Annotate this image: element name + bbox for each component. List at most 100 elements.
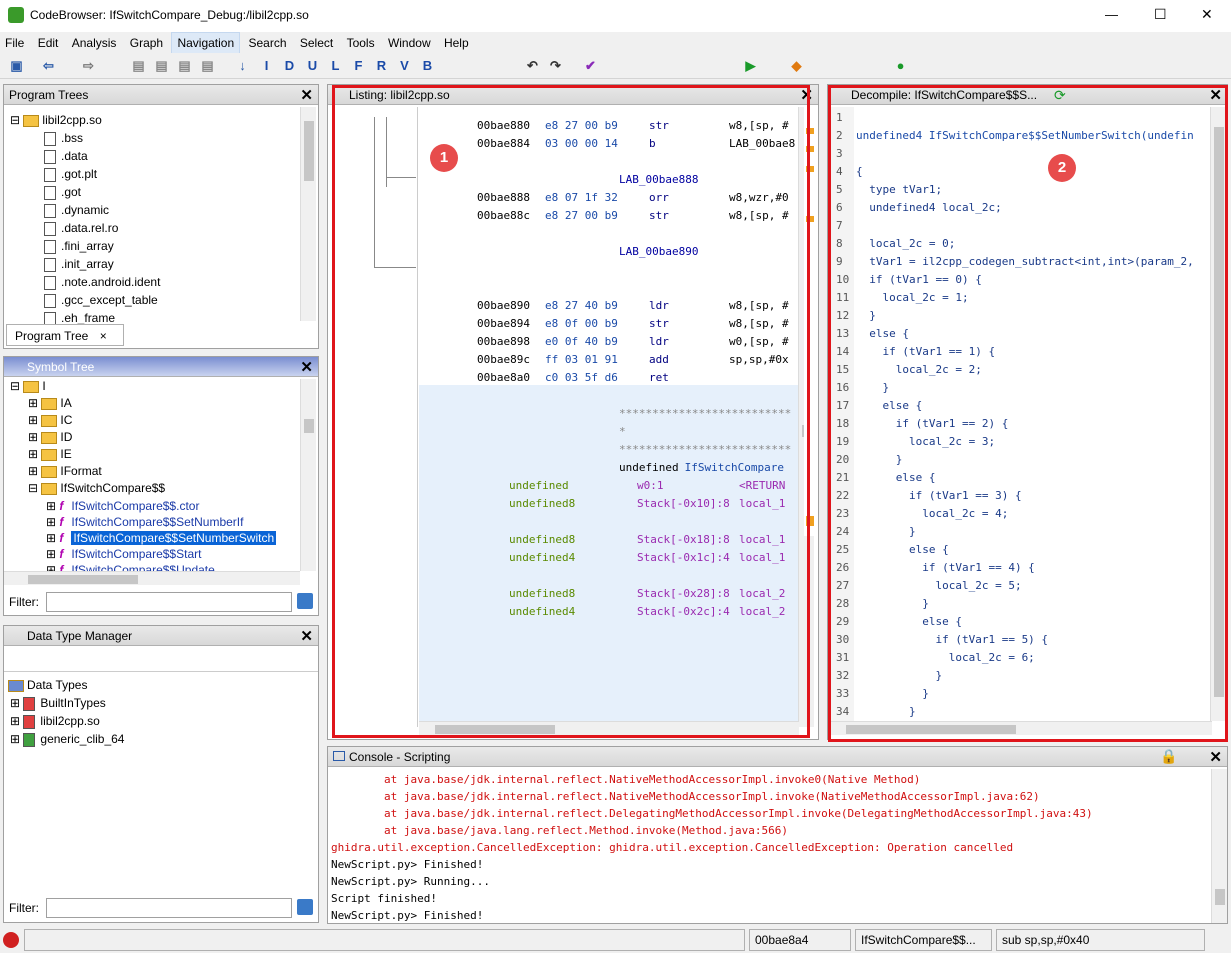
- dtm-filter-input[interactable]: [46, 898, 292, 918]
- horizontal-scrollbar[interactable]: [830, 721, 1212, 735]
- function-signature[interactable]: undefined IfSwitchCompare: [619, 461, 784, 474]
- scroll-thumb[interactable]: [304, 419, 314, 433]
- next-undefined-button[interactable]: U: [304, 57, 321, 74]
- menu-bar: File Edit Analysis Graph Navigation Sear…: [0, 32, 1231, 54]
- status-error-icon[interactable]: [3, 932, 19, 948]
- code-text: else {: [856, 327, 909, 340]
- program-tree-item[interactable]: .dynamic: [44, 203, 109, 221]
- next-label-button[interactable]: L: [327, 57, 344, 74]
- program-tree-item[interactable]: .got.plt: [44, 167, 97, 185]
- symbol-function[interactable]: ⊞ f IfSwitchCompare$$SetNumberIf: [46, 515, 243, 531]
- menu-help[interactable]: Help: [439, 33, 474, 53]
- nav-page-icon[interactable]: ▤: [199, 57, 216, 74]
- scroll-thumb[interactable]: [304, 121, 314, 181]
- menu-edit[interactable]: Edit: [33, 33, 64, 53]
- menu-file[interactable]: File: [0, 33, 29, 53]
- next-value-button[interactable]: V: [396, 57, 413, 74]
- horizontal-scrollbar[interactable]: [419, 721, 799, 735]
- next-reference-button[interactable]: R: [373, 57, 390, 74]
- symbol-folder[interactable]: ⊟ IfSwitchCompare$$: [28, 481, 165, 499]
- dt-item[interactable]: ⊞ BuiltInTypes: [10, 696, 106, 714]
- symbol-folder[interactable]: ⊞ IA: [28, 396, 72, 414]
- horizontal-scrollbar[interactable]: [4, 571, 300, 585]
- down-arrow-icon[interactable]: ↓: [234, 57, 251, 74]
- menu-graph[interactable]: Graph: [125, 33, 168, 53]
- diamond-icon[interactable]: ◆: [788, 57, 805, 74]
- debugger-icon[interactable]: ●: [892, 57, 909, 74]
- symbol-filter-input[interactable]: [46, 592, 292, 612]
- symbol-function[interactable]: ⊞ f IfSwitchCompare$$SetNumberSwitch: [46, 531, 277, 547]
- menu-select[interactable]: Select: [295, 33, 338, 53]
- symbol-folder[interactable]: ⊞ ID: [28, 430, 72, 448]
- close-icon[interactable]: ✕: [1209, 748, 1222, 766]
- symbol-function[interactable]: ⊞ f IfSwitchCompare$$Start: [46, 547, 201, 563]
- nav-page-icon[interactable]: ▤: [130, 57, 147, 74]
- program-tree-item[interactable]: .note.android.ident: [44, 275, 160, 293]
- symbol-folder[interactable]: ⊞ IFormat: [28, 464, 102, 482]
- run-script-icon[interactable]: ▶: [742, 57, 759, 74]
- next-data-button[interactable]: D: [281, 57, 298, 74]
- line-number: 11: [836, 291, 850, 304]
- next-instruction-button[interactable]: I: [258, 57, 275, 74]
- symbol-function[interactable]: ⊞ f IfSwitchCompare$$.ctor: [46, 499, 199, 515]
- symbol-folder[interactable]: ⊞ IC: [28, 413, 72, 431]
- checkmark-icon[interactable]: ✔: [582, 57, 599, 74]
- menu-tools[interactable]: Tools: [342, 33, 380, 53]
- undo-icon[interactable]: ↶: [524, 57, 541, 74]
- dt-item[interactable]: ⊞ libil2cpp.so: [10, 714, 100, 732]
- redo-icon[interactable]: ↷: [547, 57, 564, 74]
- vertical-scrollbar[interactable]: [300, 107, 316, 321]
- scroll-thumb[interactable]: [28, 575, 138, 584]
- program-tree-item[interactable]: .got: [44, 185, 81, 203]
- program-tree-item[interactable]: .bss: [44, 131, 83, 149]
- save-icon[interactable]: ▣: [8, 57, 25, 74]
- menu-window[interactable]: Window: [383, 33, 436, 53]
- lock-icon[interactable]: 🔒: [1160, 748, 1177, 765]
- forward-arrow-icon[interactable]: ⇨: [80, 57, 97, 74]
- tab-program-tree[interactable]: Program Tree ×: [6, 324, 124, 346]
- refresh-icon[interactable]: ⟳: [1054, 87, 1066, 104]
- scroll-thumb[interactable]: [1214, 127, 1224, 697]
- back-arrow-icon[interactable]: ⇦: [40, 57, 57, 74]
- close-icon[interactable]: ✕: [800, 86, 813, 104]
- next-function-button[interactable]: F: [350, 57, 367, 74]
- close-icon[interactable]: ✕: [300, 358, 313, 376]
- program-tree-item[interactable]: .data.rel.ro: [44, 221, 118, 239]
- code-label[interactable]: LAB_00bae890: [619, 245, 698, 258]
- close-icon[interactable]: ✕: [300, 86, 313, 104]
- program-tree-item[interactable]: .fini_array: [44, 239, 114, 257]
- nav-page-icon[interactable]: ▤: [153, 57, 170, 74]
- function-label: IfSwitchCompare$$Start: [71, 547, 202, 561]
- vertical-scrollbar[interactable]: [1210, 107, 1226, 721]
- scroll-thumb[interactable]: [435, 725, 555, 734]
- scroll-thumb[interactable]: [846, 725, 1016, 734]
- code-label[interactable]: LAB_00bae888: [619, 173, 698, 186]
- dt-item[interactable]: ⊞ generic_clib_64: [10, 732, 124, 750]
- tab-close-icon[interactable]: ×: [100, 329, 107, 343]
- program-tree-item[interactable]: .data: [44, 149, 88, 167]
- symbol-folder[interactable]: ⊞ IE: [28, 447, 72, 465]
- next-bookmark-button[interactable]: B: [419, 57, 436, 74]
- menu-search[interactable]: Search: [244, 33, 292, 53]
- folder-icon: [41, 448, 58, 461]
- close-icon[interactable]: ✕: [300, 627, 313, 645]
- section-doc-icon: [44, 221, 56, 236]
- menu-analysis[interactable]: Analysis: [67, 33, 122, 53]
- vertical-scrollbar[interactable]: [1211, 769, 1227, 923]
- vertical-scrollbar[interactable]: [300, 379, 316, 571]
- menu-navigation[interactable]: Navigation: [171, 32, 241, 54]
- close-icon[interactable]: ✕: [1209, 86, 1222, 104]
- close-window-button[interactable]: ✕: [1201, 6, 1213, 23]
- program-tree-item[interactable]: .gcc_except_table: [44, 293, 158, 311]
- nav-page-icon[interactable]: ▤: [176, 57, 193, 74]
- filter-options-icon[interactable]: [297, 593, 313, 609]
- instruction-bytes: e8 27 00 b9: [545, 209, 618, 222]
- filter-options-icon[interactable]: [297, 899, 313, 915]
- program-tree-item[interactable]: .init_array: [44, 257, 114, 275]
- tree-root[interactable]: ⊟ I: [10, 379, 46, 397]
- tree-root[interactable]: Data Types: [8, 678, 87, 696]
- maximize-button[interactable]: ☐: [1154, 6, 1167, 23]
- tree-root[interactable]: ⊟ libil2cpp.so: [10, 113, 102, 131]
- scroll-thumb[interactable]: [1215, 889, 1225, 905]
- minimize-button[interactable]: —: [1105, 7, 1118, 22]
